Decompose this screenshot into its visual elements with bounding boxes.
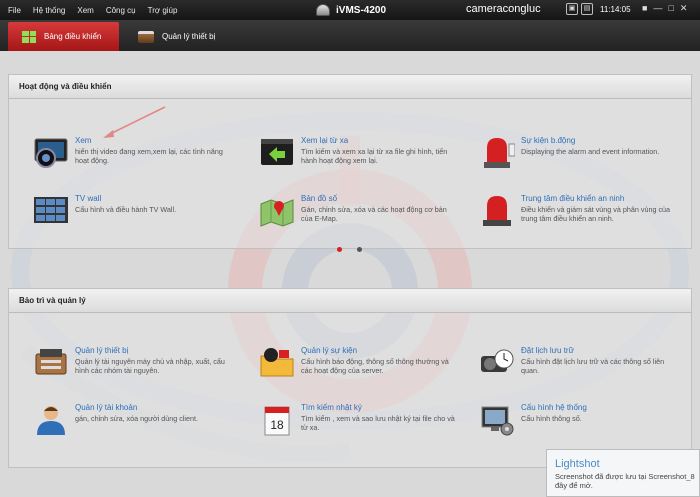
section-title: Hoạt động và điều khiển [9,75,691,99]
feature-account-management[interactable]: Quản lý tài khoản gán, chỉnh sửa, xóa ng… [33,403,233,443]
menu-help[interactable]: Trợ giúp [148,6,178,15]
user-name: cameracongluc [466,3,541,15]
feature-title: Quản lý sự kiện [301,346,358,355]
feature-title: TV wall [75,194,102,203]
cpu-status-icon[interactable]: ▤ [581,3,593,15]
notification-title: Lightshot [555,458,600,470]
app-title: iVMS-4200 [316,0,386,20]
menubar: File Hệ thống Xem Công cụ Trợ giúp iVMS-… [0,0,700,20]
feature-alarm-event[interactable]: Sự kiện b.động Displaying the alarm and … [479,136,679,176]
feature-device-management[interactable]: Quản lý thiết bị Quản lý tài nguyên máy … [33,346,233,386]
operation-panel: Hoạt động và điều khiển Xem hiển thị vid… [8,74,692,249]
feature-desc: Tìm kiếm và xem xa lại từ xa file ghi hì… [301,147,448,165]
feature-desc: hiển thị video đang xem,xem lại, các tìn… [75,147,223,165]
feature-title: Trung tâm điều khiển an ninh [521,194,625,203]
security-center-icon [483,196,511,226]
feature-title: Xem lại từ xa [301,136,349,145]
feature-desc: Quản lý tài nguyên máy chủ và nhập, xuất… [75,357,225,375]
app-logo-icon [316,4,330,16]
notification-text: Screenshot đã được lưu tại Screenshot_8 … [555,472,695,490]
feature-security-center[interactable]: Trung tâm điều khiển an ninh Điều khiển … [479,194,679,234]
minimize-icon[interactable]: — [653,3,662,14]
feature-title: Cấu hình hệ thống [521,403,587,412]
feature-desc: Gán, chỉnh sửa, xóa và các hoạt động cơ … [301,205,447,223]
lock-status-icon[interactable]: ▣ [566,3,578,15]
maximize-icon[interactable]: □ [668,3,673,14]
feature-storage-schedule[interactable]: Đặt lịch lưu trữ Cấu hình đặt lịch lưu t… [479,346,679,386]
menu-view[interactable]: Xem [77,6,93,15]
feature-desc: Tìm kiếm , xem và sao lưu nhật ký tại fi… [301,414,455,432]
app-title-text: iVMS-4200 [336,4,387,16]
lock-icon[interactable]: ■ [642,3,647,14]
feature-title: Đặt lịch lưu trữ [521,346,574,355]
device-icon [138,30,154,43]
log-search-icon: 18 [264,406,290,436]
section-title: Bảo trì và quản lý [9,289,691,313]
maintenance-panel: Bảo trì và quản lý Quản lý thiết bị Quản… [8,288,692,468]
tab-label: Bảng điều khiển [44,32,102,41]
menu-list: File Hệ thống Xem Công cụ Trợ giúp [0,6,177,15]
feature-title: Xem [75,136,92,145]
feature-tv-wall[interactable]: TV wall Cấu hình và điều hành TV Wall. [33,194,233,234]
control-panel-icon [22,30,36,43]
tab-control-panel[interactable]: Bảng điều khiển [8,22,119,51]
page-indicator [337,247,362,252]
account-management-icon [37,406,65,435]
lightshot-notification[interactable]: Lightshot Screenshot đã được lưu tại Scr… [546,449,700,497]
feature-title: Tìm kiếm nhật ký [301,403,362,412]
remote-playback-icon [261,139,293,165]
feature-desc: gán, chỉnh sửa, xóa người dùng client. [75,414,199,423]
menu-file[interactable]: File [8,6,21,15]
tv-wall-icon [34,197,68,223]
feature-desc: Displaying the alarm and event informati… [521,147,660,156]
tab-label: Quản lý thiết bị [162,32,216,41]
live-view-icon [34,138,68,168]
alarm-event-icon [484,138,515,168]
system-status-icons: ▣ ▤ [566,3,593,15]
feature-remote-playback[interactable]: Xem lại từ xa Tìm kiếm và xem xa lại từ … [259,136,459,176]
feature-title: Quản lý thiết bị [75,346,129,355]
main-area: Hoạt động và điều khiển Xem hiển thị vid… [0,51,700,497]
feature-title: Quản lý tài khoản [75,403,138,412]
svg-text:18: 18 [270,418,284,432]
feature-desc: Cấu hình báo động, thông số thông thường… [301,357,449,375]
clock: 11:14:05 [600,5,631,14]
feature-desc: Cấu hình thông số. [521,414,582,423]
feature-title: Bản đồ số [301,194,338,203]
storage-schedule-icon [481,349,514,372]
feature-desc: Cấu hình đặt lịch lưu trữ và các thông s… [521,357,665,375]
feature-event-management[interactable]: Quản lý sự kiện Cấu hình báo động, thông… [259,346,459,386]
feature-log-search[interactable]: 18 Tìm kiếm nhật ký Tìm kiếm , xem và sa… [259,403,459,443]
menu-system[interactable]: Hệ thống [33,6,65,15]
tab-device-management[interactable]: Quản lý thiết bị [124,22,244,51]
page-dot-1[interactable] [337,247,342,252]
feature-title: Sự kiện b.động [521,136,576,145]
emap-icon [260,199,294,227]
feature-desc: Cấu hình và điều hành TV Wall. [75,205,177,214]
device-management-icon [35,349,67,375]
window-controls: ■ — □ ✕ [642,3,687,14]
close-icon[interactable]: ✕ [680,3,688,14]
system-config-icon [481,406,514,436]
feature-emap[interactable]: Bản đồ số Gán, chỉnh sửa, xóa và các hoạ… [259,194,459,234]
menu-tools[interactable]: Công cụ [106,6,136,15]
page-dot-2[interactable] [357,247,362,252]
feature-system-config[interactable]: Cấu hình hệ thống Cấu hình thông số. [479,403,679,443]
feature-desc: Điều khiển và giám sát vùng và phân vùng… [521,205,671,223]
tab-bar: Bảng điều khiển Quản lý thiết bị [0,20,700,51]
event-management-icon [260,348,294,377]
feature-live-view[interactable]: Xem hiển thị video đang xem,xem lại, các… [33,136,233,176]
